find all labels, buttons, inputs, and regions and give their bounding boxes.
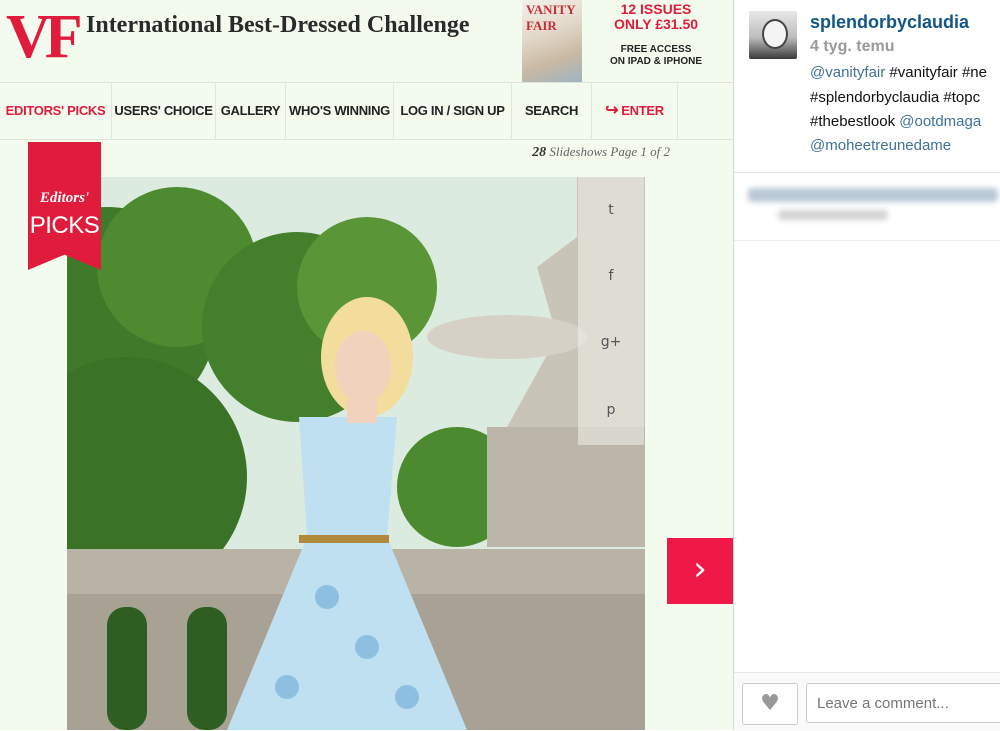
username-link[interactable]: splendorbyclaudia: [810, 12, 969, 33]
google-plus-icon[interactable]: g+: [578, 309, 644, 375]
editors-picks-ribbon: Editors' PICKS: [28, 142, 101, 270]
blurred-comment: [748, 188, 998, 202]
hashtags-text: #vanityfair #ne: [885, 64, 987, 81]
caption-line-1: @vanityfair #vanityfair #ne: [810, 64, 987, 81]
caption-line-2: #splendorbyclaudia #topc: [810, 89, 981, 106]
magazine-cover: VANITY FAIR: [522, 0, 582, 82]
post-time: 4 tyg. temu: [810, 38, 895, 55]
subscription-ad[interactable]: VANITY FAIR 12 ISSUES ONLY £31.50 FREE A…: [520, 0, 730, 82]
mention-link[interactable]: @vanityfair: [810, 64, 885, 81]
ribbon-editors: Editors': [39, 190, 90, 206]
site-title[interactable]: International Best-Dressed Challenge: [86, 12, 470, 39]
mention-link[interactable]: @moheetreunedame: [810, 137, 951, 154]
pinterest-icon[interactable]: p: [578, 377, 644, 443]
mention-link[interactable]: @ootdmaga: [895, 113, 981, 130]
next-slide-button[interactable]: ›: [667, 538, 733, 604]
avatar[interactable]: [749, 11, 797, 59]
magazine-cover-title: VANITY FAIR: [526, 2, 576, 33]
heart-icon: ♥: [760, 691, 780, 716]
ad-access: FREE ACCESS ON IPAD & IPHONE: [586, 44, 726, 68]
slideshow-page-label: Slideshows Page 1 of 2: [549, 144, 670, 159]
facebook-icon[interactable]: f: [578, 243, 644, 309]
ad-devices: ON IPAD & IPHONE: [609, 56, 703, 67]
ad-free-access: FREE ACCESS: [620, 44, 692, 55]
instagram-panel: splendorbyclaudia 4 tyg. temu @vanityfai…: [734, 0, 1000, 731]
slideshow-number: 28: [532, 145, 547, 160]
avatar-face: [762, 19, 788, 49]
share-bar: t f g+ p: [578, 177, 644, 445]
hashtag-text: #thebestlook: [810, 113, 896, 130]
ad-issues-line: 12 ISSUES: [620, 1, 692, 17]
vf-page: VF International Best-Dressed Challenge …: [0, 0, 733, 730]
nav-whos-winning[interactable]: WHO'S WINNING: [286, 83, 394, 139]
nav-enter[interactable]: ↪ ENTER: [592, 83, 678, 139]
twitter-icon[interactable]: t: [578, 177, 644, 243]
comment-bar: ♥: [734, 672, 1000, 731]
ad-price-line: ONLY £31.50: [613, 16, 699, 32]
nav-login-signup[interactable]: LOG IN / SIGN UP: [394, 83, 512, 139]
photo-illustration: [67, 177, 645, 730]
caption-line-4: @moheetreunedame: [810, 137, 951, 154]
divider-line: [734, 172, 1000, 173]
arrow-enter-icon: ↪: [605, 102, 619, 119]
main-nav: EDITORS' PICKS USERS' CHOICE GALLERY WHO…: [0, 82, 733, 140]
caption-line-3: #thebestlook @ootdmaga: [810, 113, 981, 130]
blurred-comment-meta: [778, 210, 888, 220]
nav-search[interactable]: SEARCH: [512, 83, 592, 139]
comment-input[interactable]: [806, 683, 1000, 723]
like-button[interactable]: ♥: [742, 683, 798, 725]
nav-users-choice[interactable]: USERS' CHOICE: [112, 83, 216, 139]
nav-enter-label: ENTER: [621, 103, 664, 118]
slideshow-count: 28 Slideshows Page 1 of 2: [470, 144, 670, 161]
slideshow-photo[interactable]: [67, 177, 645, 730]
ad-offer: 12 ISSUES ONLY £31.50: [586, 2, 726, 32]
nav-gallery[interactable]: GALLERY: [216, 83, 286, 139]
nav-editors-picks[interactable]: EDITORS' PICKS: [0, 83, 112, 139]
vf-logo[interactable]: VF: [6, 4, 83, 70]
divider-line: [734, 240, 1000, 241]
ribbon-picks: PICKS: [29, 212, 100, 239]
